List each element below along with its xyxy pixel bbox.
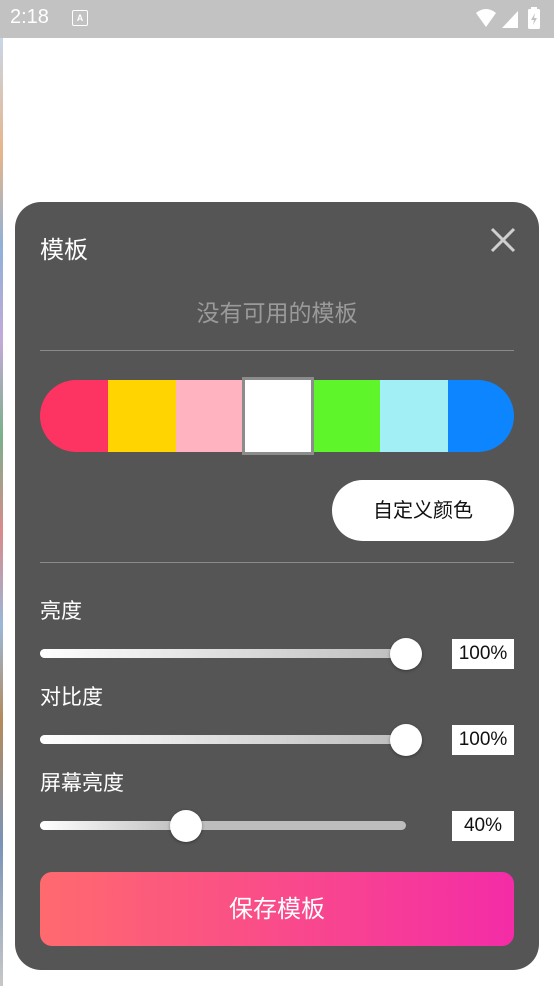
- color-swatch[interactable]: [380, 380, 448, 452]
- brightness-label: 亮度: [40, 599, 82, 623]
- contrast-label: 对比度: [40, 685, 103, 709]
- save-template-button[interactable]: 保存模板: [40, 872, 514, 946]
- brightness-value: 100%: [452, 639, 514, 669]
- wifi-icon: [476, 9, 496, 27]
- divider-middle: [40, 562, 514, 563]
- status-bar: 2:18 A: [0, 0, 554, 38]
- color-swatch[interactable]: [108, 380, 176, 452]
- template-panel: 模板 没有可用的模板 自定义颜色 亮度 100% 对比度 100% 屏幕亮度 4…: [15, 202, 539, 970]
- screen-brightness-slider-fill: [40, 821, 187, 830]
- brightness-slider[interactable]: [40, 638, 422, 670]
- status-time: 2:18: [10, 6, 49, 28]
- battery-charging-icon: [528, 7, 540, 29]
- divider-top: [40, 350, 514, 351]
- empty-template-message: 没有可用的模板: [196, 301, 358, 327]
- contrast-slider-thumb[interactable]: [390, 724, 422, 756]
- contrast-slider-fill: [40, 735, 406, 744]
- brightness-slider-thumb[interactable]: [390, 638, 422, 670]
- contrast-value: 100%: [452, 725, 514, 755]
- screen-brightness-value: 40%: [452, 811, 514, 841]
- screen-brightness-label: 屏幕亮度: [40, 771, 124, 795]
- contrast-slider[interactable]: [40, 724, 422, 756]
- color-swatch[interactable]: [448, 380, 514, 452]
- screen-brightness-slider-thumb[interactable]: [170, 810, 203, 842]
- close-icon: [490, 227, 516, 253]
- screen-brightness-slider[interactable]: [40, 810, 406, 842]
- color-swatch[interactable]: [242, 377, 314, 455]
- color-swatch[interactable]: [314, 380, 380, 452]
- status-icons: [474, 7, 544, 31]
- brightness-slider-fill: [40, 649, 406, 658]
- custom-color-button[interactable]: 自定义颜色: [332, 480, 514, 541]
- color-swatch-row: [40, 377, 514, 455]
- background-app-edge: [0, 38, 3, 986]
- color-swatch[interactable]: [40, 380, 108, 452]
- signal-icon: [502, 11, 518, 28]
- panel-title: 模板: [40, 236, 88, 264]
- close-button[interactable]: [487, 224, 519, 256]
- notification-icon: A: [72, 10, 88, 26]
- color-swatch[interactable]: [176, 380, 242, 452]
